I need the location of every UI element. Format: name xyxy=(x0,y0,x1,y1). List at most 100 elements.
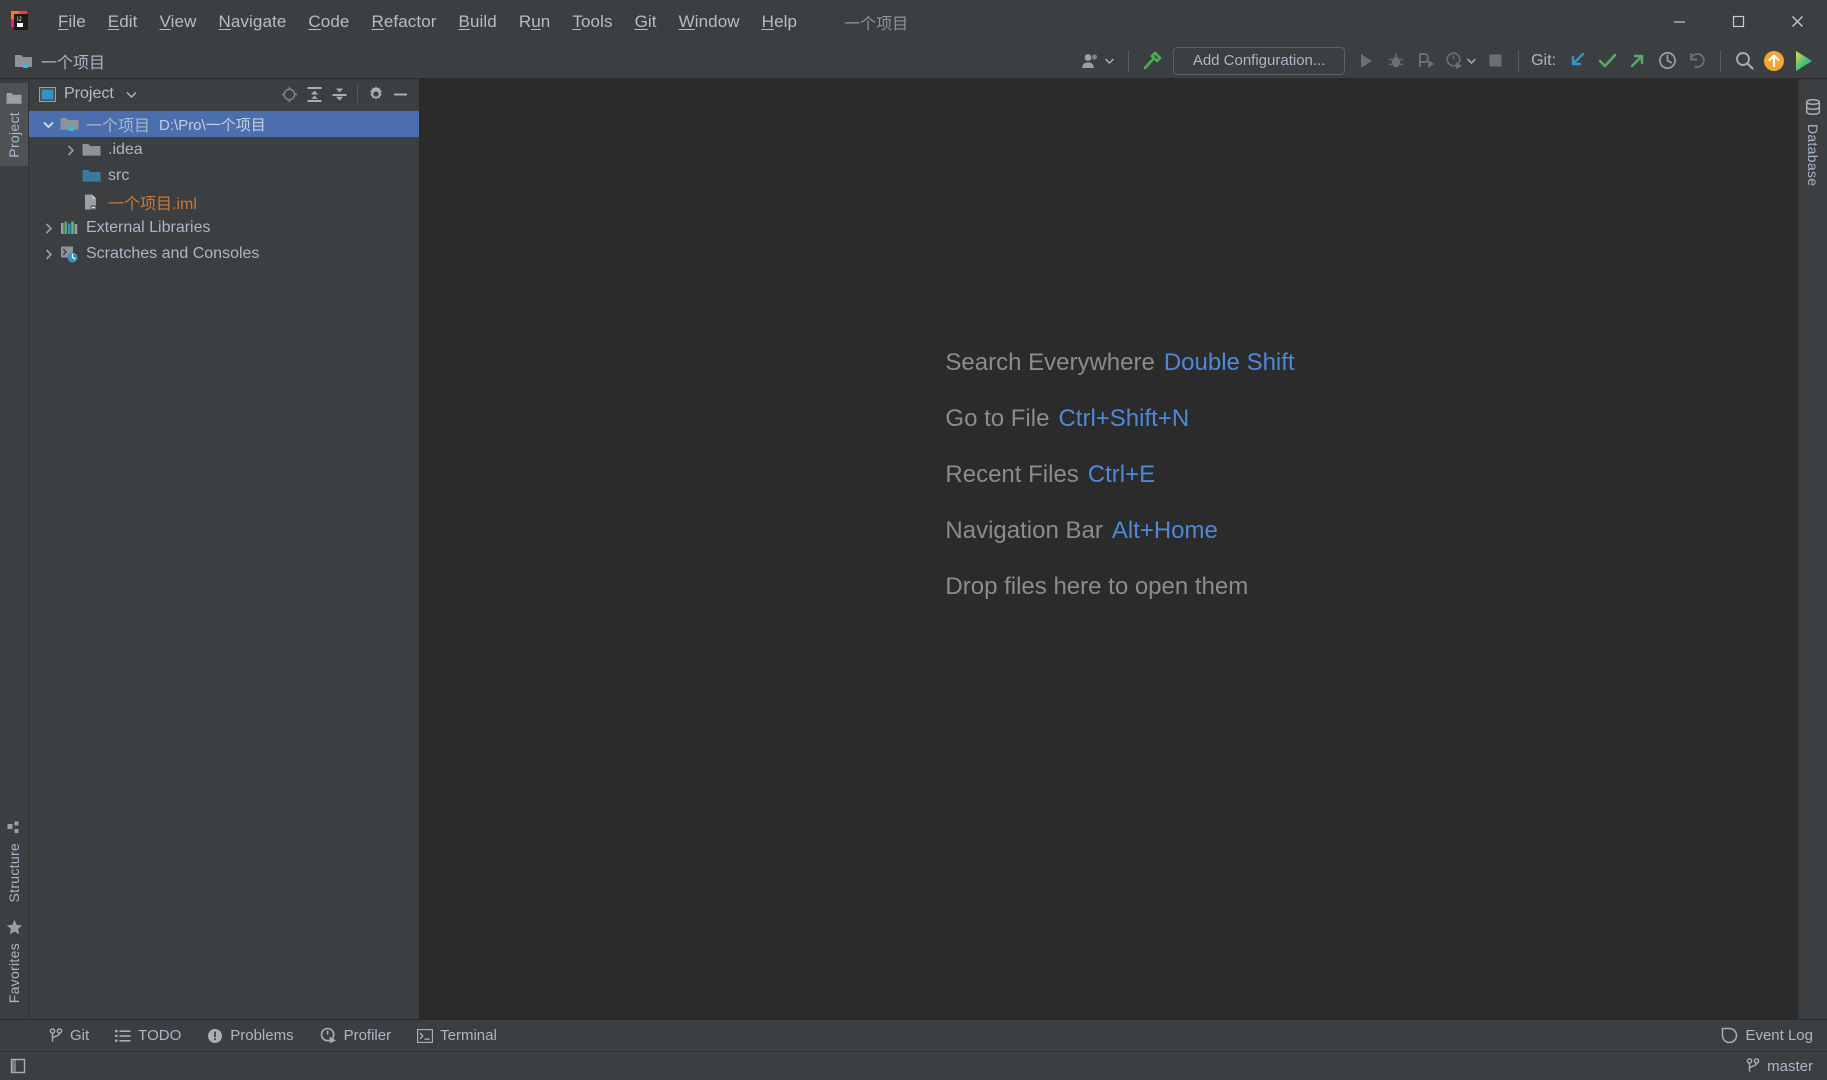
welcome-line-search-everywhere: Search Everywhere Double Shift xyxy=(945,349,1294,377)
git-branch-widget[interactable]: master xyxy=(1746,1058,1813,1075)
user-account-icon[interactable] xyxy=(1075,47,1120,75)
iml-file-icon xyxy=(81,193,101,211)
menu-item-run[interactable]: Run xyxy=(508,8,562,36)
feature-trainer-icon[interactable] xyxy=(1789,47,1819,75)
run-with-coverage-icon[interactable] xyxy=(1411,47,1441,75)
project-icon xyxy=(6,91,22,105)
run-configuration-selector[interactable]: Add Configuration... xyxy=(1173,46,1346,75)
tree-node-idea[interactable]: .idea xyxy=(29,137,419,163)
event-log-button[interactable]: Event Log xyxy=(1721,1027,1813,1044)
tool-window-profiler[interactable]: Profiler xyxy=(309,1023,403,1048)
tree-node-project-root[interactable]: 一个项目 D:\Pro\一个项目 xyxy=(29,111,419,137)
menu-item-navigate[interactable]: Navigate xyxy=(207,8,297,36)
scratches-icon xyxy=(59,245,79,263)
window-title: 一个项目 xyxy=(844,15,909,33)
chevron-down-icon[interactable] xyxy=(37,121,59,128)
collapse-all-button[interactable] xyxy=(327,82,352,106)
expand-all-button[interactable] xyxy=(302,82,327,106)
git-update-icon[interactable] xyxy=(1562,47,1592,75)
sidebar-item-database[interactable]: Database xyxy=(1799,85,1827,194)
menu-item-refactor[interactable]: Refactor xyxy=(360,8,447,36)
sidebar-item-label: Favorites xyxy=(6,942,22,1003)
tree-node-label: External Libraries xyxy=(86,219,211,236)
git-history-icon[interactable] xyxy=(1652,47,1682,75)
toolbar-separator xyxy=(1518,49,1520,72)
chevron-down-icon[interactable] xyxy=(126,91,137,98)
git-commit-icon[interactable] xyxy=(1592,47,1622,75)
menu-item-window[interactable]: Window xyxy=(668,8,751,36)
sidebar-item-structure[interactable]: Structure xyxy=(0,813,28,911)
project-folder-icon xyxy=(14,52,34,69)
welcome-label: Navigation Bar xyxy=(945,517,1103,544)
gear-icon xyxy=(367,85,385,103)
intellij-idea-window: IJ FFileile Edit View Navigate Code Refa… xyxy=(0,0,1827,1080)
minimize-button[interactable] xyxy=(1650,0,1709,43)
stop-icon[interactable] xyxy=(1480,47,1510,75)
welcome-shortcut: Ctrl+Shift+N xyxy=(1058,405,1190,432)
problems-icon xyxy=(207,1028,223,1044)
ide-update-icon[interactable] xyxy=(1759,47,1789,75)
tree-node-scratches-and-consoles[interactable]: Scratches and Consoles xyxy=(29,241,419,267)
chevron-right-icon[interactable] xyxy=(37,248,59,260)
sidebar-item-favorites[interactable]: Favorites xyxy=(0,911,28,1019)
toolbar-separator xyxy=(1720,49,1721,72)
menu-item-code[interactable]: Code xyxy=(297,8,360,36)
search-everywhere-icon[interactable] xyxy=(1729,47,1759,75)
git-rollback-icon[interactable] xyxy=(1682,47,1712,75)
intellij-idea-logo: IJ xyxy=(9,9,35,35)
tree-node-iml-file[interactable]: 一个项目.iml xyxy=(29,189,419,215)
menu-item-file[interactable]: FFileile xyxy=(47,8,97,36)
main-body: Project Structure Favorites Project 一个项目… xyxy=(0,79,1827,1019)
welcome-line-navigation-bar: Navigation Bar Alt+Home xyxy=(945,517,1294,545)
tool-window-label: Terminal xyxy=(440,1027,497,1044)
sidebar-item-project[interactable]: Project xyxy=(0,83,28,166)
tool-window-problems[interactable]: Problems xyxy=(196,1023,304,1048)
chevron-right-icon[interactable] xyxy=(37,222,59,234)
todo-list-icon xyxy=(115,1029,131,1043)
menu-item-view[interactable]: View xyxy=(149,8,208,36)
svg-text:IJ: IJ xyxy=(17,17,22,23)
folder-icon xyxy=(81,142,101,158)
git-push-icon[interactable] xyxy=(1622,47,1652,75)
run-icon[interactable] xyxy=(1351,47,1381,75)
menu-item-help[interactable]: Help xyxy=(751,8,808,36)
favorites-star-icon xyxy=(6,919,23,936)
chevron-right-icon[interactable] xyxy=(59,144,81,156)
welcome-shortcut: Ctrl+E xyxy=(1087,461,1156,488)
event-log-label: Event Log xyxy=(1745,1027,1813,1044)
right-tool-stripe: Database xyxy=(1798,79,1827,1019)
toolbar-right-group: Add Configuration... Git: xyxy=(1075,46,1827,75)
welcome-line-go-to-file: Go to File Ctrl+Shift+N xyxy=(945,405,1294,433)
hide-panel-button[interactable] xyxy=(388,82,413,106)
menu-item-edit[interactable]: Edit xyxy=(97,8,149,36)
tree-node-external-libraries[interactable]: External Libraries xyxy=(29,215,419,241)
panel-header-divider xyxy=(357,85,358,103)
project-tree: 一个项目 D:\Pro\一个项目 .idea src 一个项目.iml Exte… xyxy=(29,109,419,1019)
source-folder-icon xyxy=(81,168,101,184)
close-button[interactable] xyxy=(1768,0,1827,43)
tool-window-terminal[interactable]: Terminal xyxy=(406,1023,508,1048)
bottom-tool-window-bar: Git TODO Problems Profiler Terminal Even… xyxy=(0,1019,1827,1051)
select-opened-file-button[interactable] xyxy=(277,82,302,106)
project-tool-window: Project 一个项目 D:\Pro\一个项目 .idea src 一个项目.… xyxy=(29,79,420,1019)
menu-item-build[interactable]: Build xyxy=(448,8,508,36)
minimize-icon xyxy=(392,86,409,103)
profile-icon[interactable] xyxy=(1441,47,1480,75)
welcome-label: Go to File xyxy=(945,405,1050,432)
debug-icon[interactable] xyxy=(1381,47,1411,75)
build-hammer-icon[interactable] xyxy=(1137,47,1167,75)
toggle-toolwindows-icon[interactable] xyxy=(9,1057,27,1075)
settings-button[interactable] xyxy=(363,82,388,106)
tool-window-todo[interactable]: TODO xyxy=(104,1023,192,1048)
welcome-shortcut: Double Shift xyxy=(1163,349,1295,376)
maximize-button[interactable] xyxy=(1709,0,1768,43)
toolbar-left-group: 一个项目 xyxy=(0,49,105,73)
menu-item-git[interactable]: Git xyxy=(624,8,668,36)
tool-window-label: Problems xyxy=(230,1027,294,1044)
status-bar: master xyxy=(0,1051,1827,1080)
menu-item-tools[interactable]: Tools xyxy=(561,8,623,36)
sidebar-item-label: Structure xyxy=(6,843,22,903)
tool-window-git[interactable]: Git xyxy=(38,1023,100,1048)
tree-node-src[interactable]: src xyxy=(29,163,419,189)
window-controls xyxy=(1650,0,1827,43)
